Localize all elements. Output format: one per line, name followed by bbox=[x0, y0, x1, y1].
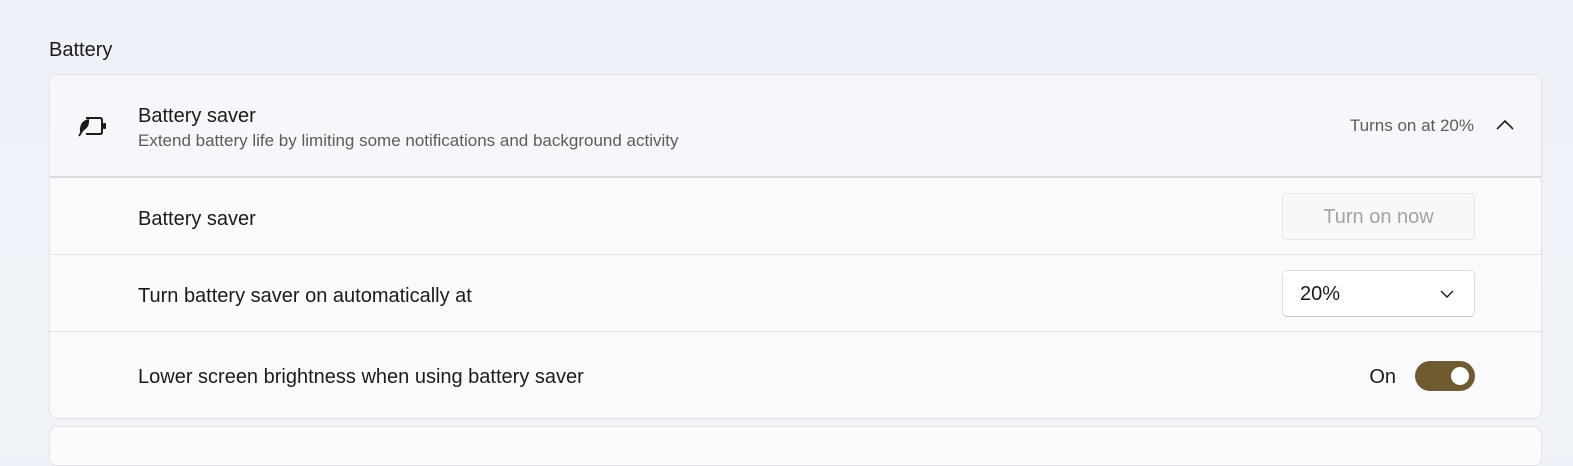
auto-threshold-label: Turn battery saver on automatically at bbox=[138, 285, 472, 307]
lower-brightness-toggle[interactable] bbox=[1415, 361, 1475, 391]
auto-threshold-row: Turn battery saver on automatically at 2… bbox=[50, 255, 1541, 332]
battery-saver-title: Battery saver bbox=[138, 105, 256, 127]
battery-saver-expander-header[interactable]: Battery saver Extend battery life by lim… bbox=[50, 75, 1541, 178]
toggle-state-label: On bbox=[1369, 366, 1396, 388]
battery-saver-status: Turns on at 20% bbox=[1349, 116, 1474, 135]
lower-brightness-row: Lower screen brightness when using batte… bbox=[50, 332, 1541, 418]
threshold-dropdown[interactable]: 20% bbox=[1282, 270, 1475, 317]
toggle-knob bbox=[1451, 367, 1469, 385]
lower-brightness-label: Lower screen brightness when using batte… bbox=[138, 366, 584, 388]
threshold-dropdown-value: 20% bbox=[1300, 283, 1341, 305]
turn-on-now-button[interactable]: Turn on now bbox=[1282, 193, 1475, 240]
battery-saver-manual-label: Battery saver bbox=[138, 208, 256, 230]
next-settings-card[interactable] bbox=[49, 426, 1542, 466]
section-title: Battery bbox=[49, 39, 113, 61]
chevron-down-icon bbox=[1438, 285, 1456, 303]
battery-saver-manual-row: Battery saver Turn on now bbox=[50, 178, 1541, 255]
battery-saver-description: Extend battery life by limiting some not… bbox=[138, 131, 679, 150]
battery-saver-icon bbox=[76, 112, 110, 140]
chevron-up-icon[interactable] bbox=[1493, 113, 1517, 137]
battery-saver-card: Battery saver Extend battery life by lim… bbox=[49, 74, 1542, 419]
